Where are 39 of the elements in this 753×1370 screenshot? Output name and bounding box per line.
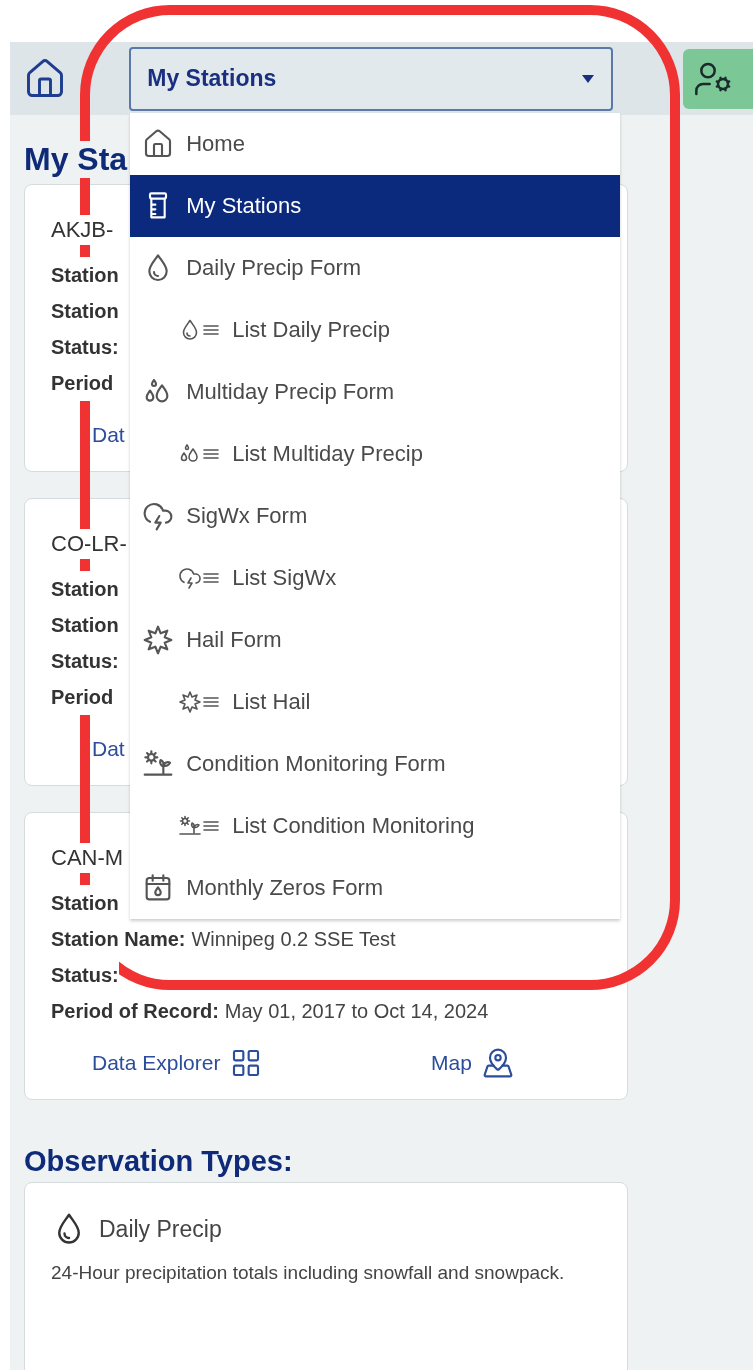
menu-item[interactable]: SigWx Form [130, 484, 621, 547]
user-settings-button[interactable] [683, 48, 753, 109]
list-icon [178, 565, 221, 590]
map-icon [481, 1047, 514, 1079]
field-label: Period [51, 679, 114, 715]
list-icon [178, 689, 221, 714]
menu-item[interactable]: List Multiday Precip [130, 422, 621, 485]
section-heading: My Sta [24, 141, 128, 178]
station-id: CAN-M [51, 843, 124, 873]
field-label: Station [51, 571, 119, 607]
map-link[interactable]: Map [431, 1047, 514, 1079]
menu-item[interactable]: List Daily Precip [130, 298, 621, 361]
observation-description: 24-Hour precipitation totals including snowfall and snowpack. [51, 1261, 566, 1285]
starburst-icon [142, 623, 175, 656]
menu-item[interactable]: Daily Precip Form [130, 236, 621, 299]
menu-item[interactable]: Condition Monitoring Form [130, 732, 621, 795]
menu-item[interactable]: Monthly Zeros Form [130, 856, 621, 919]
observation-title: Daily Precip [99, 1215, 222, 1243]
menu-item[interactable]: List SigWx [130, 546, 621, 609]
data-explorer-link[interactable]: Data Explorer [92, 1047, 263, 1079]
menu-item[interactable]: List Hail [130, 670, 621, 733]
field-label: Station [51, 257, 119, 293]
caret-icon [581, 73, 595, 84]
station-id: CO-LR- [51, 529, 127, 559]
menu-item[interactable]: List Condition Monitoring [130, 794, 621, 857]
menu-item[interactable]: Hail Form [130, 608, 621, 671]
field-label: Station Name: [51, 921, 186, 957]
list-icon [178, 813, 221, 838]
menu-item[interactable]: Home [130, 112, 621, 175]
field-label: Station [51, 607, 119, 643]
station-id: AKJB- [51, 215, 114, 245]
field-label: Period [51, 365, 114, 401]
field-label: Station [51, 293, 119, 329]
menu-item[interactable]: Multiday Precip Form [130, 360, 621, 423]
page-select[interactable]: My Stations [129, 46, 613, 111]
menu-item[interactable]: My Stations [130, 174, 621, 237]
field-label: Station [51, 885, 119, 921]
field-label: Status: [51, 329, 119, 365]
field-label: Status: [51, 643, 119, 679]
